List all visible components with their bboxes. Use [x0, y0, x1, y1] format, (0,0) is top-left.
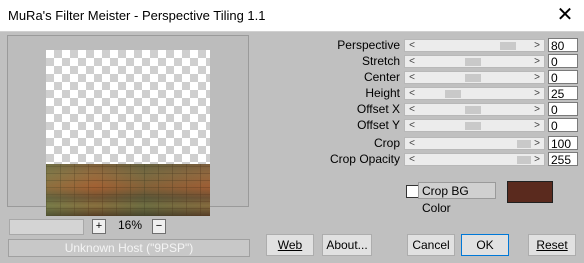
slider-offset-x[interactable]: < > — [404, 103, 545, 116]
label-stretch: Stretch — [361, 54, 400, 68]
chevron-left-icon[interactable]: < — [406, 137, 418, 150]
slider-thumb[interactable] — [465, 122, 481, 130]
slider-crop[interactable]: < > — [404, 137, 545, 150]
value-crop[interactable]: 100 — [548, 136, 578, 151]
about-button[interactable]: About... — [322, 234, 372, 256]
label-height: Height — [365, 86, 400, 100]
reset-button-label: Reset — [536, 238, 568, 252]
slider-thumb[interactable] — [465, 106, 481, 114]
title-bar: MuRa's Filter Meister - Perspective Tili… — [0, 0, 584, 32]
chevron-right-icon[interactable]: > — [531, 87, 543, 100]
slider-stretch[interactable]: < > — [404, 55, 545, 68]
zoom-out-button[interactable]: − — [152, 219, 166, 234]
chevron-left-icon[interactable]: < — [406, 71, 418, 84]
reset-button[interactable]: Reset — [528, 234, 576, 256]
slider-center[interactable]: < > — [404, 71, 545, 84]
label-center: Center — [363, 70, 400, 84]
value-perspective[interactable]: 80 — [548, 38, 578, 53]
label-crop: Crop — [373, 136, 400, 150]
chevron-right-icon[interactable]: > — [531, 153, 543, 166]
chevron-left-icon[interactable]: < — [406, 87, 418, 100]
chevron-left-icon[interactable]: < — [406, 119, 418, 132]
label-offset-y: Offset Y — [357, 118, 400, 132]
cancel-button-label: Cancel — [412, 238, 450, 252]
chevron-right-icon[interactable]: > — [531, 137, 543, 150]
ok-button-label: OK — [476, 238, 494, 252]
host-status: Unknown Host ("9PSP") — [8, 239, 250, 257]
chevron-right-icon[interactable]: > — [531, 71, 543, 84]
zoom-value: 16% — [117, 218, 143, 232]
crop-bg-color-swatch[interactable] — [507, 181, 553, 203]
slider-perspective[interactable]: < > — [404, 39, 545, 52]
zoom-bar — [9, 219, 84, 235]
about-button-label: About... — [326, 238, 368, 252]
slider-thumb[interactable] — [517, 156, 531, 164]
zoom-in-button[interactable]: + — [92, 219, 106, 234]
slider-thumb[interactable] — [517, 140, 531, 148]
slider-thumb[interactable] — [500, 42, 516, 50]
chevron-left-icon[interactable]: < — [406, 153, 418, 166]
value-height[interactable]: 25 — [548, 86, 578, 101]
value-crop-opacity[interactable]: 255 — [548, 152, 578, 167]
chevron-right-icon[interactable]: > — [531, 103, 543, 116]
value-offset-y[interactable]: 0 — [548, 118, 578, 133]
label-crop-opacity: Crop Opacity — [329, 152, 400, 166]
cancel-button[interactable]: Cancel — [407, 234, 455, 256]
window-title: MuRa's Filter Meister - Perspective Tili… — [8, 8, 266, 23]
label-perspective: Perspective — [337, 38, 400, 52]
chevron-left-icon[interactable]: < — [406, 103, 418, 116]
chevron-right-icon[interactable]: > — [531, 119, 543, 132]
value-offset-x[interactable]: 0 — [548, 102, 578, 117]
preview-canvas[interactable] — [46, 50, 210, 216]
ok-button[interactable]: OK — [461, 234, 509, 256]
tiled-floor-image — [46, 164, 210, 216]
slider-thumb[interactable] — [445, 90, 461, 98]
chevron-right-icon[interactable]: > — [531, 39, 543, 52]
value-center[interactable]: 0 — [548, 70, 578, 85]
chevron-left-icon[interactable]: < — [406, 55, 418, 68]
web-button[interactable]: Web — [266, 234, 314, 256]
slider-offset-y[interactable]: < > — [404, 119, 545, 132]
slider-thumb[interactable] — [465, 58, 481, 66]
web-button-label: Web — [277, 238, 303, 252]
slider-crop-opacity[interactable]: < > — [404, 153, 545, 166]
close-icon[interactable]: ✕ — [554, 4, 576, 26]
label-offset-x: Offset X — [356, 102, 400, 116]
crop-bg-color-button[interactable]: Crop BG Color — [418, 182, 496, 215]
chevron-left-icon[interactable]: < — [406, 39, 418, 52]
chevron-right-icon[interactable]: > — [531, 55, 543, 68]
slider-thumb[interactable] — [465, 74, 481, 82]
value-stretch[interactable]: 0 — [548, 54, 578, 69]
slider-height[interactable]: < > — [404, 87, 545, 100]
